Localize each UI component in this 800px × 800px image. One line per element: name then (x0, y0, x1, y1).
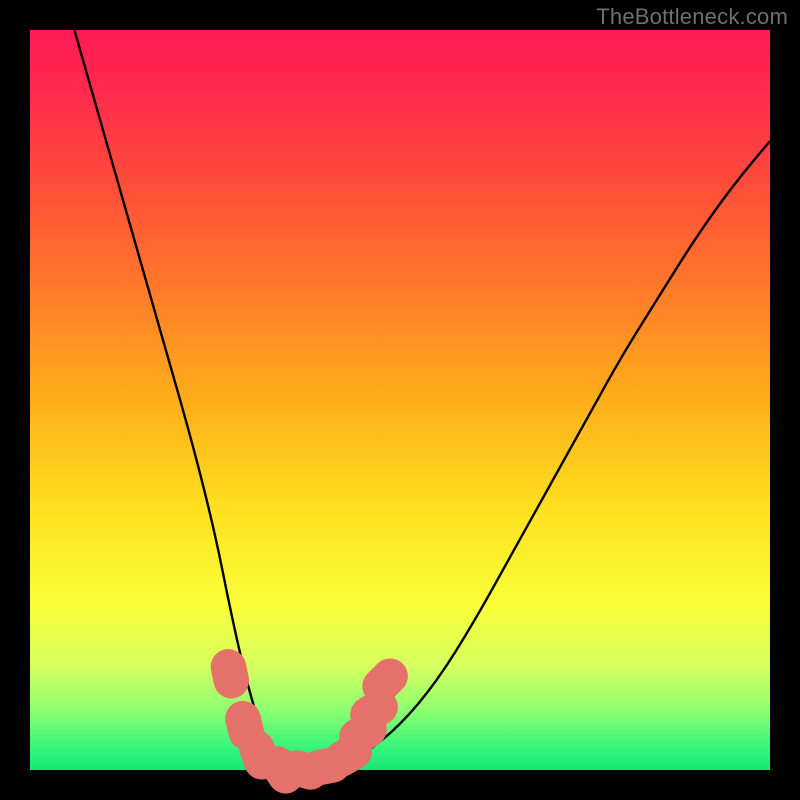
valley-markers (207, 646, 415, 800)
bottleneck-curve (74, 30, 770, 770)
chart-frame: TheBottleneck.com (0, 0, 800, 800)
curve-layer (30, 30, 770, 770)
marker-valley (207, 646, 252, 702)
plot-area (30, 30, 770, 770)
watermark-text: TheBottleneck.com (596, 4, 788, 30)
